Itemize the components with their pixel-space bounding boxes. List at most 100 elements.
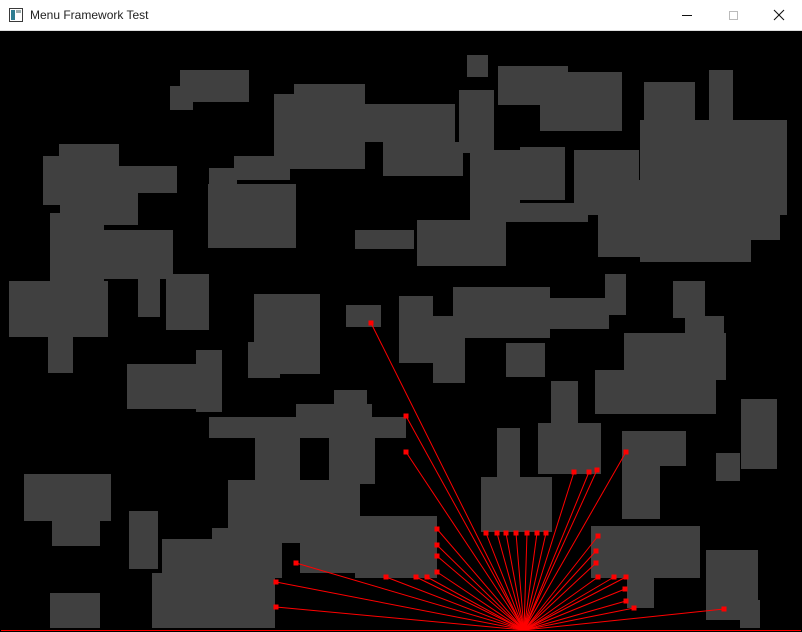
window-title: Menu Framework Test bbox=[30, 8, 149, 22]
hit-marker bbox=[434, 542, 440, 548]
hit-marker bbox=[721, 606, 727, 612]
obstacle-layer bbox=[9, 55, 787, 628]
obstacle-block bbox=[166, 274, 209, 330]
obstacle-block bbox=[459, 90, 494, 153]
hit-marker bbox=[622, 586, 628, 592]
obstacle-block bbox=[622, 460, 660, 519]
obstacle-block bbox=[355, 230, 414, 249]
obstacle-block bbox=[673, 281, 705, 318]
app-icon[interactable] bbox=[9, 8, 23, 22]
obstacle-block bbox=[751, 215, 780, 240]
obstacle-block bbox=[196, 350, 222, 412]
obstacle-block bbox=[383, 142, 463, 176]
obstacle-block bbox=[467, 55, 488, 77]
hit-marker bbox=[543, 530, 549, 536]
obstacle-block bbox=[520, 147, 565, 200]
obstacle-block bbox=[48, 337, 73, 373]
obstacle-block bbox=[59, 144, 119, 166]
ray-line bbox=[436, 555, 525, 631]
title-bar[interactable]: Menu Framework Test bbox=[0, 0, 802, 31]
obstacle-block bbox=[640, 200, 751, 262]
obstacle-block bbox=[346, 305, 381, 327]
obstacle-block bbox=[50, 213, 104, 284]
obstacle-block bbox=[685, 316, 724, 380]
obstacle-block bbox=[644, 82, 695, 125]
hit-marker bbox=[273, 579, 279, 585]
hit-marker bbox=[434, 553, 440, 559]
hit-marker bbox=[273, 604, 279, 610]
obstacle-block bbox=[497, 428, 520, 480]
obstacle-block bbox=[598, 180, 640, 257]
obstacle-block bbox=[669, 168, 716, 188]
obstacle-block bbox=[129, 511, 158, 569]
obstacle-block bbox=[481, 477, 552, 532]
hit-marker bbox=[631, 605, 637, 611]
hit-marker bbox=[593, 560, 599, 566]
obstacle-block bbox=[627, 578, 654, 608]
hit-marker bbox=[623, 449, 629, 455]
close-button[interactable] bbox=[756, 0, 802, 30]
hit-marker bbox=[524, 530, 530, 536]
obstacle-block bbox=[483, 200, 515, 222]
hit-marker bbox=[434, 569, 440, 575]
hit-marker bbox=[293, 560, 299, 566]
obstacle-block bbox=[334, 390, 367, 408]
hit-marker bbox=[403, 449, 409, 455]
hit-marker bbox=[513, 530, 519, 536]
hit-marker bbox=[368, 320, 374, 326]
obstacle-block bbox=[399, 296, 433, 363]
obstacle-block bbox=[170, 86, 193, 110]
hit-marker bbox=[595, 574, 601, 580]
obstacle-block bbox=[465, 298, 609, 329]
obstacle-block bbox=[709, 70, 733, 125]
hit-marker bbox=[586, 469, 592, 475]
obstacle-block bbox=[716, 453, 740, 481]
hit-marker bbox=[494, 530, 500, 536]
render-canvas[interactable] bbox=[1, 31, 801, 631]
obstacle-block bbox=[540, 72, 622, 131]
minimize-button[interactable] bbox=[664, 0, 710, 30]
ray-line bbox=[385, 576, 525, 631]
obstacle-block bbox=[300, 520, 355, 573]
obstacle-block bbox=[208, 184, 296, 248]
ray-line bbox=[523, 588, 626, 631]
obstacle-block bbox=[365, 104, 455, 142]
obstacle-block bbox=[329, 425, 375, 484]
obstacle-block bbox=[506, 343, 545, 377]
obstacle-block bbox=[234, 156, 290, 180]
hit-marker bbox=[383, 574, 389, 580]
maximize-button[interactable] bbox=[710, 0, 756, 30]
minimize-icon bbox=[682, 14, 692, 16]
obstacle-block bbox=[127, 364, 196, 409]
obstacle-block bbox=[417, 220, 506, 266]
hit-marker bbox=[623, 598, 629, 604]
obstacle-block bbox=[222, 578, 275, 628]
obstacle-block bbox=[209, 417, 406, 438]
obstacle-block bbox=[9, 281, 108, 337]
scene-svg bbox=[1, 55, 801, 631]
hit-marker bbox=[571, 469, 577, 475]
obstacle-block bbox=[104, 230, 173, 279]
obstacle-block bbox=[294, 84, 365, 110]
ray-line bbox=[436, 528, 525, 631]
hit-marker bbox=[534, 530, 540, 536]
hit-marker bbox=[623, 574, 629, 580]
obstacle-block bbox=[355, 516, 437, 578]
obstacle-block bbox=[591, 526, 700, 578]
hit-marker bbox=[483, 530, 489, 536]
obstacle-block bbox=[741, 399, 777, 469]
hit-marker bbox=[434, 526, 440, 532]
application-window: Menu Framework Test bbox=[0, 0, 802, 632]
ray-line bbox=[275, 581, 525, 631]
hit-marker bbox=[593, 548, 599, 554]
obstacle-block bbox=[605, 274, 626, 315]
obstacle-block bbox=[255, 433, 300, 480]
obstacle-block bbox=[551, 381, 578, 425]
hit-marker bbox=[403, 413, 409, 419]
obstacle-block bbox=[162, 539, 230, 574]
obstacle-block bbox=[538, 423, 601, 474]
obstacle-block bbox=[24, 474, 111, 521]
obstacle-block bbox=[740, 600, 760, 628]
hit-marker bbox=[594, 467, 600, 473]
ray-line bbox=[275, 606, 525, 631]
